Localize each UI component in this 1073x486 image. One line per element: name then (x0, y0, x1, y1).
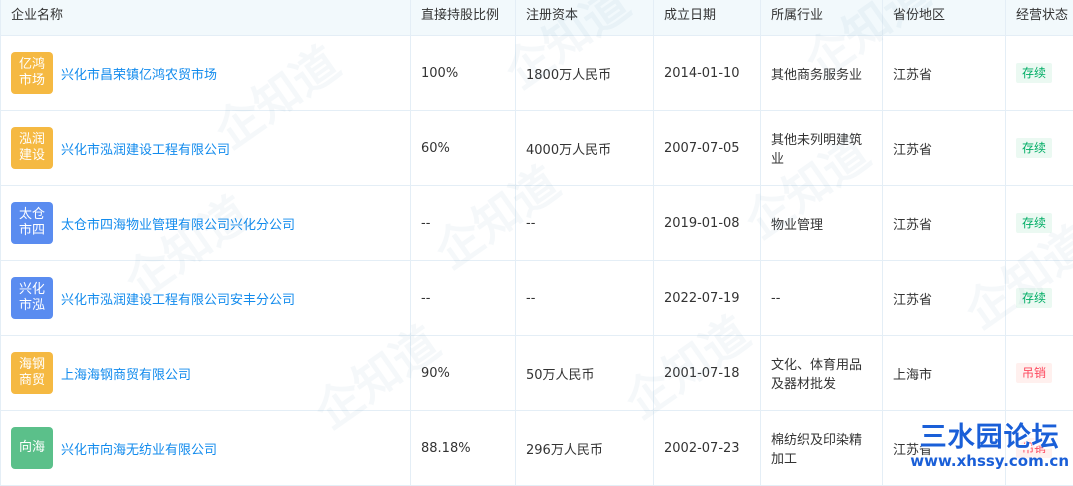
established-date-cell: 2001-07-18 (654, 336, 761, 411)
industry-cell: 其他商务服务业 (761, 36, 883, 111)
company-name-link[interactable]: 兴化市泓润建设工程有限公司安丰分公司 (61, 289, 295, 308)
status-cell: 存续 (1006, 186, 1073, 261)
header-registered-capital: 注册资本 (516, 0, 654, 36)
established-date-cell: 2022-07-19 (654, 261, 761, 336)
table-row[interactable]: 泓润建设兴化市泓润建设工程有限公司60%4000万人民币2007-07-05其他… (1, 111, 1073, 186)
header-status: 经营状态 (1006, 0, 1073, 36)
table-row[interactable]: 太仓市四太仓市四海物业管理有限公司兴化分公司----2019-01-08物业管理… (1, 186, 1073, 261)
site-logo-title: 三水园论坛 (910, 423, 1069, 453)
status-badge: 存续 (1016, 213, 1052, 233)
company-logo: 泓润建设 (11, 127, 53, 169)
company-logo: 兴化市泓 (11, 277, 53, 319)
region-cell: 江苏省 (883, 36, 1006, 111)
registered-capital-cell: 1800万人民币 (516, 36, 654, 111)
status-badge: 存续 (1016, 138, 1052, 158)
header-share-ratio: 直接持股比例 (411, 0, 516, 36)
company-cell: 泓润建设兴化市泓润建设工程有限公司 (1, 111, 411, 186)
company-logo: 太仓市四 (11, 202, 53, 244)
share-ratio-cell: 100% (411, 36, 516, 111)
header-region: 省份地区 (883, 0, 1006, 36)
company-logo: 亿鸿市场 (11, 52, 53, 94)
share-ratio-cell: -- (411, 261, 516, 336)
status-cell: 存续 (1006, 111, 1073, 186)
company-cell: 兴化市泓兴化市泓润建设工程有限公司安丰分公司 (1, 261, 411, 336)
established-date-cell: 2002-07-23 (654, 411, 761, 486)
table-header-row: 企业名称 直接持股比例 注册资本 成立日期 所属行业 省份地区 经营状态 (1, 0, 1073, 36)
share-ratio-cell: 90% (411, 336, 516, 411)
header-company-name: 企业名称 (1, 0, 411, 36)
company-name-link[interactable]: 上海海钢商贸有限公司 (61, 364, 191, 383)
company-cell: 太仓市四太仓市四海物业管理有限公司兴化分公司 (1, 186, 411, 261)
share-ratio-cell: 88.18% (411, 411, 516, 486)
established-date-cell: 2014-01-10 (654, 36, 761, 111)
region-cell: 上海市 (883, 336, 1006, 411)
table-row[interactable]: 兴化市泓兴化市泓润建设工程有限公司安丰分公司----2022-07-19--江苏… (1, 261, 1073, 336)
company-name-link[interactable]: 太仓市四海物业管理有限公司兴化分公司 (61, 214, 295, 233)
company-name-link[interactable]: 兴化市向海无纺业有限公司 (61, 439, 217, 458)
registered-capital-cell: -- (516, 261, 654, 336)
table-row[interactable]: 亿鸿市场兴化市昌荣镇亿鸿农贸市场100%1800万人民币2014-01-10其他… (1, 36, 1073, 111)
status-badge: 存续 (1016, 288, 1052, 308)
share-ratio-cell: -- (411, 186, 516, 261)
status-badge: 存续 (1016, 63, 1052, 83)
registered-capital-cell: 296万人民币 (516, 411, 654, 486)
company-logo: 向海 (11, 427, 53, 469)
site-logo: 三水园论坛 www.xhssy.com.cn (910, 423, 1069, 469)
industry-cell: 其他未列明建筑业 (761, 111, 883, 186)
company-name-link[interactable]: 兴化市泓润建设工程有限公司 (61, 139, 230, 158)
industry-cell: 文化、体育用品及器材批发 (761, 336, 883, 411)
site-logo-url: www.xhssy.com.cn (910, 453, 1069, 469)
industry-cell: 物业管理 (761, 186, 883, 261)
industry-cell: 棉纺织及印染精加工 (761, 411, 883, 486)
company-name-link[interactable]: 兴化市昌荣镇亿鸿农贸市场 (61, 64, 217, 83)
status-cell: 吊销 (1006, 336, 1073, 411)
established-date-cell: 2019-01-08 (654, 186, 761, 261)
registered-capital-cell: 4000万人民币 (516, 111, 654, 186)
region-cell: 江苏省 (883, 186, 1006, 261)
company-logo: 海钢商贸 (11, 352, 53, 394)
header-industry: 所属行业 (761, 0, 883, 36)
registered-capital-cell: -- (516, 186, 654, 261)
industry-cell: -- (761, 261, 883, 336)
header-established-date: 成立日期 (654, 0, 761, 36)
established-date-cell: 2007-07-05 (654, 111, 761, 186)
status-cell: 存续 (1006, 36, 1073, 111)
status-badge: 吊销 (1016, 363, 1052, 383)
company-cell: 海钢商贸上海海钢商贸有限公司 (1, 336, 411, 411)
region-cell: 江苏省 (883, 261, 1006, 336)
company-cell: 亿鸿市场兴化市昌荣镇亿鸿农贸市场 (1, 36, 411, 111)
company-cell: 向海兴化市向海无纺业有限公司 (1, 411, 411, 486)
investment-table: 企业名称 直接持股比例 注册资本 成立日期 所属行业 省份地区 经营状态 亿鸿市… (0, 0, 1073, 486)
share-ratio-cell: 60% (411, 111, 516, 186)
registered-capital-cell: 50万人民币 (516, 336, 654, 411)
region-cell: 江苏省 (883, 111, 1006, 186)
table-row[interactable]: 海钢商贸上海海钢商贸有限公司90%50万人民币2001-07-18文化、体育用品… (1, 336, 1073, 411)
status-cell: 存续 (1006, 261, 1073, 336)
